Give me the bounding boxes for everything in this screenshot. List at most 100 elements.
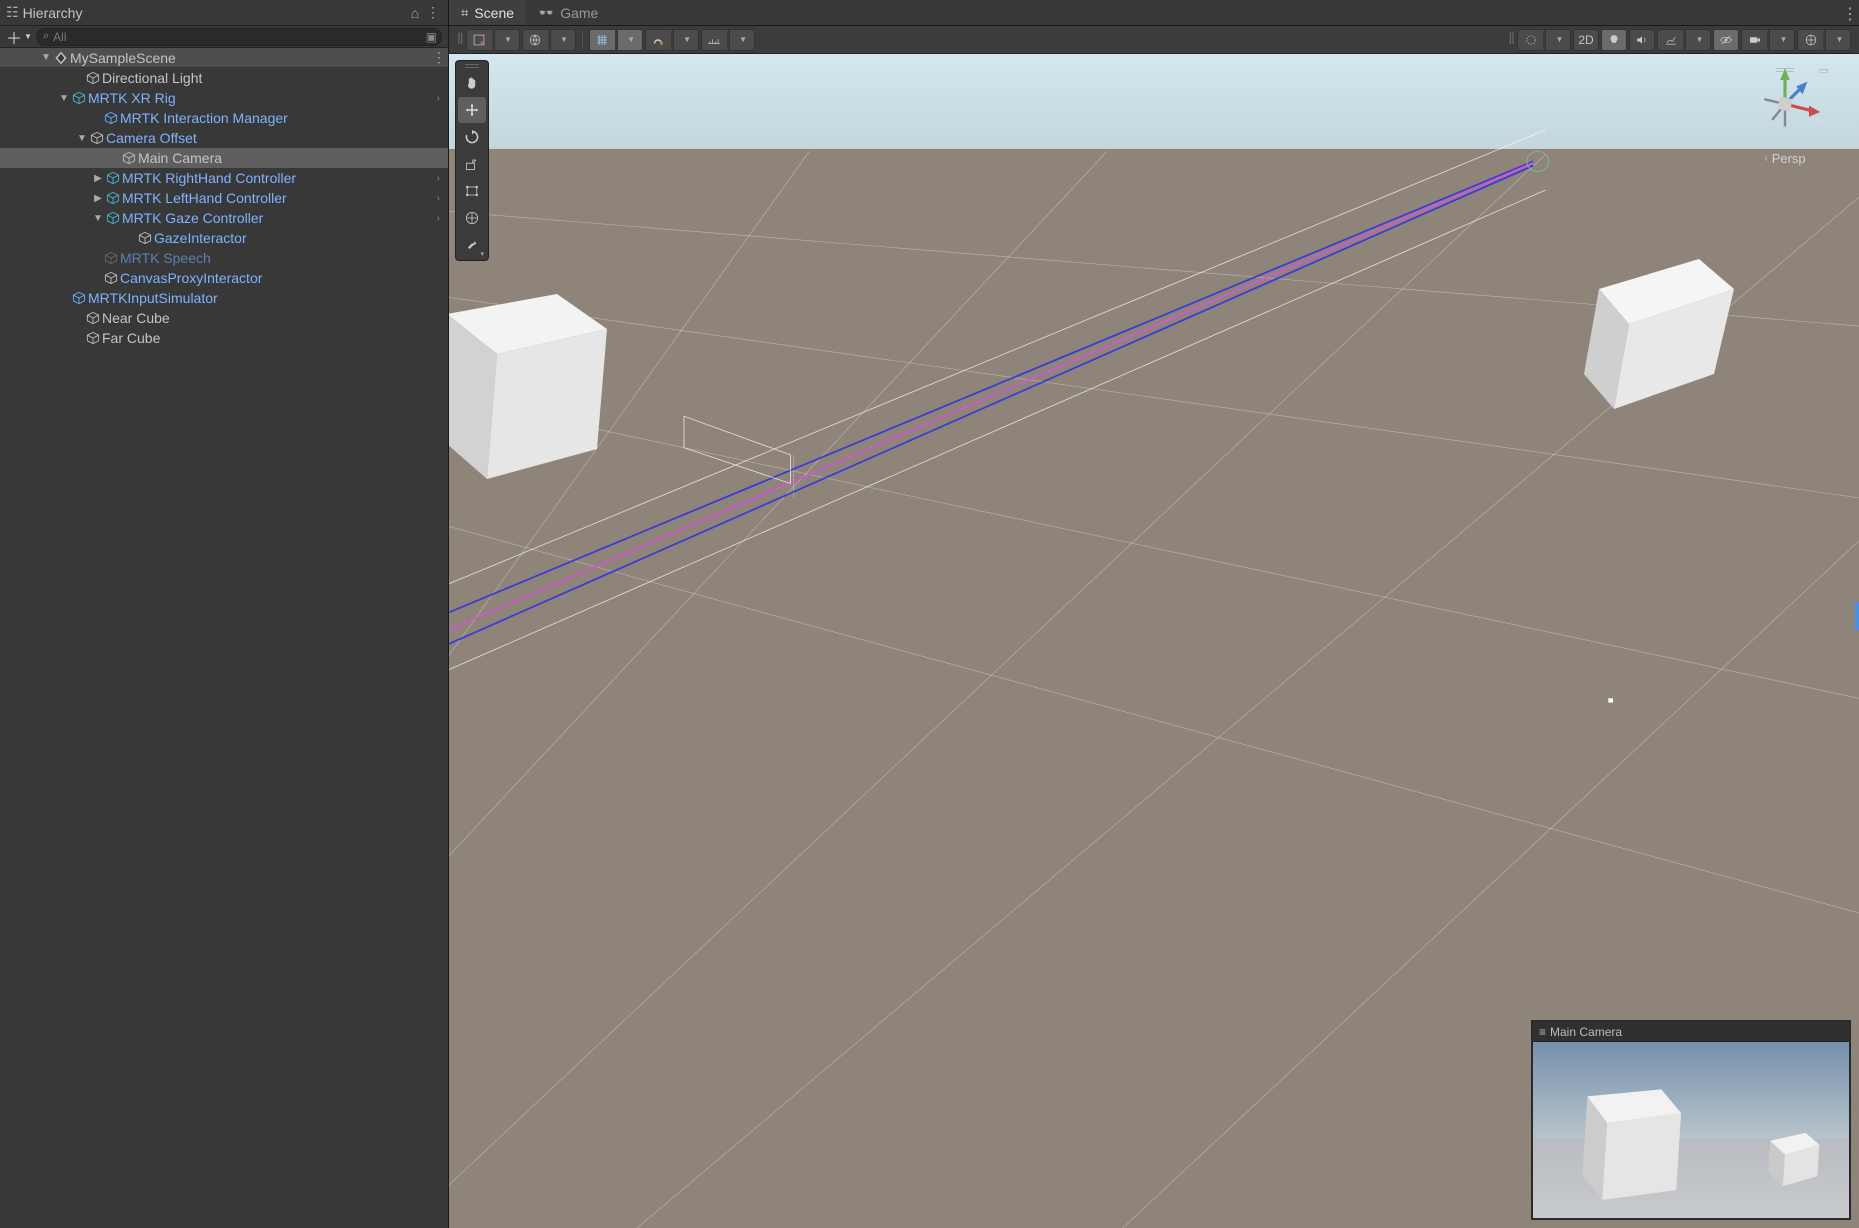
toolbar-divider: ‖: [1508, 31, 1515, 49]
draw-mode-dropdown[interactable]: ▼: [494, 29, 520, 51]
audio-toggle-button[interactable]: [1629, 29, 1655, 51]
gizmos-toggle-dropdown[interactable]: ▼: [1825, 29, 1851, 51]
tab-game-label: Game: [560, 5, 598, 21]
foldout-icon[interactable]: ▶: [92, 173, 104, 184]
tree-item-right-hand[interactable]: ▶ MRTK RightHand Controller ›: [0, 168, 448, 188]
tree-item-gaze-controller[interactable]: ▼ MRTK Gaze Controller ›: [0, 208, 448, 228]
scene-menu-icon[interactable]: ⋮: [432, 49, 446, 66]
axis-z-label: z: [1803, 75, 1807, 84]
scene-root-row[interactable]: ▼ MySampleScene ⋮: [0, 48, 448, 68]
increment-snap-dropdown[interactable]: ▼: [729, 29, 755, 51]
tab-scene[interactable]: ⌗ Scene: [449, 0, 526, 25]
prefab-icon: [104, 191, 122, 205]
add-button[interactable]: ＋▼: [6, 28, 32, 46]
gizmos-toggle-button[interactable]: [1797, 29, 1823, 51]
prefab-icon: [104, 211, 122, 225]
camera-toggle-dropdown[interactable]: ▼: [1769, 29, 1795, 51]
projection-label[interactable]: ‹ Persp: [1735, 151, 1835, 166]
debug-mode-button[interactable]: [1517, 29, 1543, 51]
gameobject-icon: [102, 251, 120, 265]
game-icon: 👓: [538, 5, 554, 21]
tree-item-camera-offset[interactable]: ▼ Camera Offset: [0, 128, 448, 148]
foldout-icon[interactable]: ▼: [92, 213, 104, 224]
tree-item-near-cube[interactable]: ▶ Near Cube: [0, 308, 448, 328]
foldout-icon[interactable]: ▼: [58, 93, 70, 104]
tree-item-interaction-manager[interactable]: ▶ MRTK Interaction Manager: [0, 108, 448, 128]
hierarchy-toolbar: ＋▼ ⌕ ▣: [0, 26, 448, 48]
gameobject-icon: [84, 311, 102, 325]
shading-mode-dropdown[interactable]: ▼: [550, 29, 576, 51]
chevron-right-icon[interactable]: ›: [437, 213, 440, 224]
grid-snap-button[interactable]: [589, 29, 615, 51]
fx-toggle-button[interactable]: [1657, 29, 1683, 51]
tree-item-canvas-proxy[interactable]: ▶ CanvasProxyInteractor: [0, 268, 448, 288]
tree-item-directional-light[interactable]: ▶ Directional Light: [0, 68, 448, 88]
prefab-icon: [104, 171, 122, 185]
hierarchy-tree[interactable]: ▼ MySampleScene ⋮ ▶ Directional Light ▼: [0, 48, 448, 1228]
debug-mode-dropdown[interactable]: ▼: [1545, 29, 1571, 51]
orientation-gizmo[interactable]: ▭ x z ‹ Persp: [1735, 64, 1835, 166]
scene-toolbar: ‖ ▼ ▼ ▼ ▼ ▼ ‖: [449, 26, 1859, 54]
drag-handle-icon[interactable]: ≡: [1539, 1025, 1544, 1039]
foldout-icon[interactable]: ▼: [76, 133, 88, 144]
scale-tool-button[interactable]: [458, 151, 486, 177]
camera-preview-overlay[interactable]: ≡ Main Camera: [1531, 1020, 1851, 1220]
tab-scene-label: Scene: [474, 5, 514, 21]
tree-item-left-hand[interactable]: ▶ MRTK LeftHand Controller ›: [0, 188, 448, 208]
tree-item-far-cube[interactable]: ▶ Far Cube: [0, 328, 448, 348]
move-tool-button[interactable]: [458, 97, 486, 123]
toolstrip-drag-handle[interactable]: [458, 63, 486, 69]
foldout-icon[interactable]: ▶: [92, 193, 104, 204]
inspector-collapse-indicator[interactable]: [1855, 602, 1859, 630]
gizmo-drag-handle[interactable]: [1776, 68, 1794, 72]
chevron-right-icon[interactable]: ›: [437, 93, 440, 104]
scene-grid-icon: ⌗: [461, 5, 468, 21]
tree-item-gaze-interactor[interactable]: ▶ GazeInteractor: [0, 228, 448, 248]
custom-tool-button[interactable]: [458, 232, 486, 258]
tab-game[interactable]: 👓 Game: [526, 0, 610, 25]
shading-mode-button[interactable]: [522, 29, 548, 51]
camera-preview-header[interactable]: ≡ Main Camera: [1533, 1022, 1849, 1042]
near-cube-mesh: [449, 274, 617, 494]
transform-tool-button[interactable]: [458, 205, 486, 231]
search-input[interactable]: ⌕ ▣: [36, 28, 442, 46]
tree-item-input-simulator[interactable]: ▶ MRTKInputSimulator: [0, 288, 448, 308]
visibility-toggle-button[interactable]: [1713, 29, 1739, 51]
toggle-2d-label: 2D: [1578, 33, 1593, 47]
axis-x-label: x: [1817, 115, 1821, 124]
prefab-icon: [70, 91, 88, 105]
increment-snap-button[interactable]: [701, 29, 727, 51]
hand-tool-button[interactable]: [458, 70, 486, 96]
grid-snap-dropdown[interactable]: ▼: [617, 29, 643, 51]
tree-item-xr-rig[interactable]: ▼ MRTK XR Rig ›: [0, 88, 448, 108]
search-field[interactable]: [53, 30, 435, 44]
tree-item-speech[interactable]: ▶ MRTK Speech: [0, 248, 448, 268]
camera-toggle-button[interactable]: [1741, 29, 1767, 51]
hierarchy-header[interactable]: ☷ Hierarchy ⌂ ⋮: [0, 0, 448, 26]
foldout-icon[interactable]: ▼: [40, 52, 52, 63]
draw-mode-button[interactable]: [466, 29, 492, 51]
rect-tool-button[interactable]: [458, 178, 486, 204]
lock-icon[interactable]: ⌂: [406, 5, 424, 21]
scene-viewport[interactable]: ▭ x z ‹ Persp: [449, 54, 1859, 1228]
snap-toggle-button[interactable]: [645, 29, 671, 51]
snap-toggle-dropdown[interactable]: ▼: [673, 29, 699, 51]
search-icon: ⌕: [43, 30, 49, 43]
gameobject-icon: [120, 151, 138, 165]
hierarchy-icon: ☷: [6, 4, 19, 21]
toggle-2d-button[interactable]: 2D: [1573, 29, 1599, 51]
rotate-tool-button[interactable]: [458, 124, 486, 150]
transform-tool-strip: [455, 60, 489, 261]
fx-toggle-dropdown[interactable]: ▼: [1685, 29, 1711, 51]
prefab-icon: [70, 291, 88, 305]
gizmo-lock-icon[interactable]: ▭: [1819, 64, 1829, 77]
save-search-icon[interactable]: ▣: [426, 30, 437, 44]
tree-item-main-camera[interactable]: ▶ Main Camera: [0, 148, 448, 168]
chevron-right-icon[interactable]: ›: [437, 173, 440, 184]
gameobject-icon: [84, 331, 102, 345]
lighting-toggle-button[interactable]: [1601, 29, 1627, 51]
panel-menu-icon[interactable]: ⋮: [424, 4, 442, 21]
chevron-right-icon[interactable]: ›: [437, 193, 440, 204]
hierarchy-title: Hierarchy: [23, 5, 83, 21]
tab-menu-icon[interactable]: ⋮: [1841, 0, 1859, 25]
